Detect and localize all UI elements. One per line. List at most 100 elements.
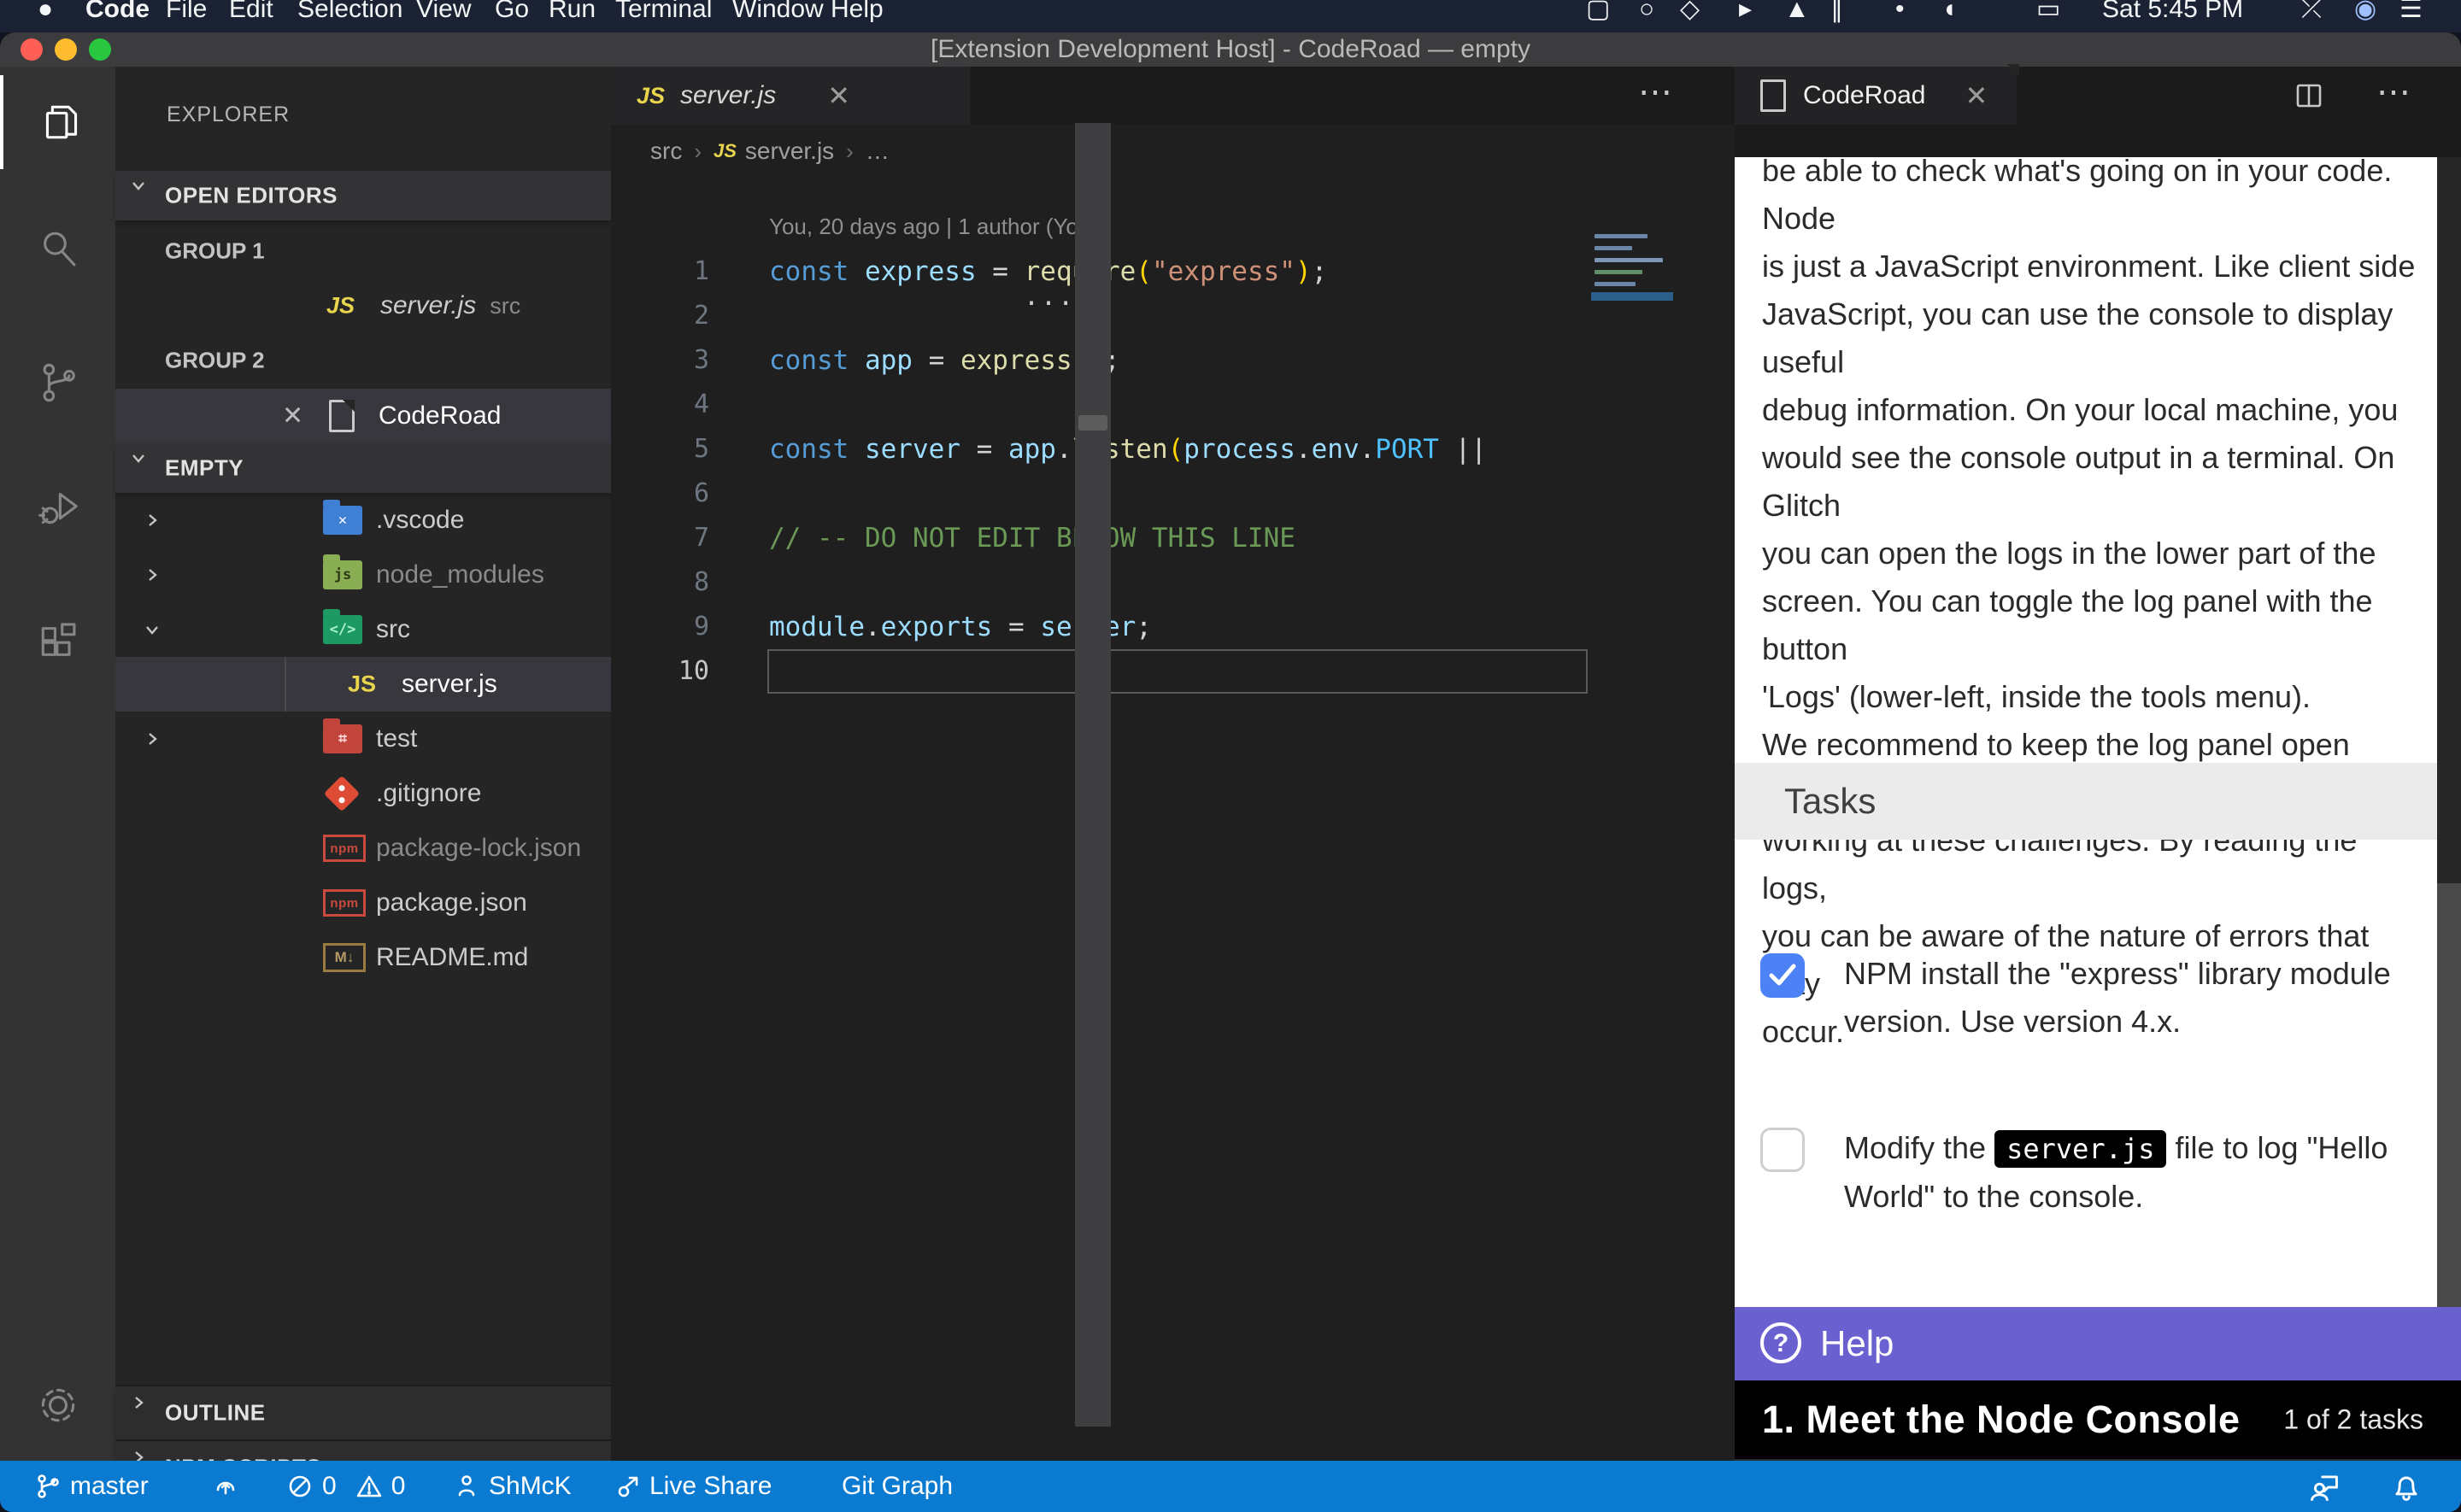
notifications-bell-icon[interactable] <box>2389 1461 2423 1512</box>
outline-section-header[interactable]: OUTLINE <box>115 1385 611 1439</box>
menu-file[interactable]: File <box>166 0 207 32</box>
tab-coderoad[interactable]: CodeRoad ✕ <box>1735 67 2017 125</box>
problems-status[interactable]: 0 0 <box>286 1461 405 1512</box>
code-lines[interactable]: 1const express = require("express");23co… <box>611 249 1673 694</box>
open-editors-header[interactable]: OPEN EDITORS <box>115 171 611 220</box>
menu-run[interactable]: Run <box>549 0 596 32</box>
code-line-6[interactable]: 6 <box>611 472 1673 516</box>
menu-selection[interactable]: Selection <box>297 0 402 32</box>
menu-help[interactable]: Help <box>831 0 884 32</box>
editor-actions-more-icon[interactable]: ⋯ <box>1638 67 1675 125</box>
code-line-2[interactable]: 2 <box>611 294 1673 338</box>
search-icon[interactable] <box>0 202 115 296</box>
code-line-3[interactable]: 3const app = express(); <box>611 338 1673 383</box>
volume-icon[interactable]: ◖ <box>1941 0 1957 32</box>
activity-bar <box>0 67 115 1461</box>
title-bar[interactable]: [Extension Development Host] - CodeRoad … <box>0 32 2461 68</box>
sash-handle[interactable] <box>1078 415 1107 431</box>
siri-icon[interactable]: ◉ <box>2354 0 2376 32</box>
settings-gear-icon[interactable] <box>0 1358 115 1452</box>
menu-window[interactable]: Window <box>732 0 824 32</box>
panel-actions-more-icon[interactable]: ⋯ <box>2376 67 2413 125</box>
minimap[interactable] <box>1591 226 1673 584</box>
tree-item-label: package.json <box>376 888 527 917</box>
code-line-10[interactable]: 10 <box>611 649 1673 694</box>
tree-item-gitignore[interactable]: .gitignore <box>115 766 611 821</box>
webview-scrollbar[interactable] <box>2437 157 2461 1307</box>
run-debug-icon[interactable] <box>0 461 115 555</box>
tree-item-readme[interactable]: M↓ README.md <box>115 930 611 985</box>
coderoad-panel: CodeRoad ✕ ⋯ be able to check what's goi… <box>1735 67 2461 1461</box>
breadcrumb-src[interactable]: src <box>650 138 682 165</box>
git-graph-status[interactable]: Git Graph <box>842 1461 953 1512</box>
indent-guide <box>285 657 286 712</box>
keyboard-icon[interactable]: ▲ <box>1784 0 1810 32</box>
battery-icon[interactable]: ▭ <box>2036 0 2060 32</box>
tree-item-vscode[interactable]: ✕ .vscode <box>115 493 611 548</box>
menu-clock[interactable]: Sat 5:45 PM <box>2102 0 2243 32</box>
open-editor-coderoad[interactable]: ✕ CodeRoad <box>115 389 611 443</box>
open-editor-label: server.jssrc <box>380 291 520 320</box>
editor-group: JS server.js ✕ ⋯ src › JS server.js › … … <box>611 67 1735 1461</box>
tree-item-node-modules[interactable]: js node_modules <box>115 548 611 602</box>
close-editor-icon[interactable]: ✕ <box>282 401 303 431</box>
vscode-window: [Extension Development Host] - CodeRoad … <box>0 32 2461 1512</box>
help-bar[interactable]: ? Help <box>1735 1307 2461 1380</box>
breadcrumb[interactable]: src › JS server.js › … <box>611 125 1673 178</box>
breadcrumb-more[interactable]: … <box>866 138 890 165</box>
tree-item-test[interactable]: ⌗ test <box>115 712 611 766</box>
lesson-title-bar[interactable]: 1. Meet the Node Console 1 of 2 tasks <box>1735 1380 2461 1459</box>
tasks-header-label: Tasks <box>1784 781 1876 822</box>
control-center-icon[interactable]: ☰ <box>2399 0 2423 32</box>
lesson-progress: 1 of 2 tasks <box>2283 1404 2423 1436</box>
tree-item-label: node_modules <box>376 560 544 589</box>
code-line-5[interactable]: 5const server = app.listen(process.env.P… <box>611 427 1673 472</box>
menu-extra2-icon[interactable]: ○ <box>1639 0 1654 32</box>
menu-code[interactable]: Code <box>85 0 150 32</box>
apple-menu-icon[interactable]: ● <box>38 0 53 32</box>
shield-icon[interactable]: ◇ <box>1680 0 1700 32</box>
cursor-icon[interactable]: ▸ <box>1739 0 1752 32</box>
menu-view[interactable]: View <box>416 0 471 32</box>
code-line-4[interactable]: 4 <box>611 383 1673 427</box>
help-label: Help <box>1820 1323 1894 1364</box>
lesson-title: 1. Meet the Node Console <box>1762 1398 2241 1442</box>
editor-sash[interactable] <box>1075 123 1111 1427</box>
menu-terminal[interactable]: Terminal <box>615 0 712 32</box>
extensions-icon[interactable] <box>0 595 115 689</box>
feedback-icon[interactable] <box>2307 1461 2341 1512</box>
text-input-icon[interactable]: ∥ <box>1830 0 1843 32</box>
code-line-1[interactable]: 1const express = require("express"); <box>611 249 1673 294</box>
codelens-annotation[interactable]: You, 20 days ago | 1 author (You) <box>769 214 1098 240</box>
tree-item-package-json[interactable]: npm package.json <box>115 876 611 930</box>
close-tab-icon[interactable]: ✕ <box>1965 79 1988 112</box>
task1-checkbox-checked[interactable] <box>1760 953 1805 998</box>
tree-item-src[interactable]: </> src <box>115 602 611 657</box>
sync-status[interactable] <box>212 1461 239 1512</box>
explorer-icon[interactable] <box>0 75 119 169</box>
menu-edit[interactable]: Edit <box>229 0 273 32</box>
user-status[interactable]: ShMcK <box>453 1461 572 1512</box>
code-line-8[interactable]: 8 <box>611 560 1673 605</box>
tree-item-serverjs[interactable]: JS server.js <box>115 657 611 712</box>
breadcrumb-file[interactable]: server.js <box>745 138 834 165</box>
open-editor-serverjs[interactable]: JS server.jssrc <box>115 278 611 333</box>
empty-section-header[interactable]: EMPTY <box>115 443 611 493</box>
tab-label: CodeRoad <box>1803 81 1925 110</box>
code-line-9[interactable]: 9module.exports = server; <box>611 605 1673 649</box>
tree-item-package-lock[interactable]: npm package-lock.json <box>115 821 611 876</box>
menu-go[interactable]: Go <box>495 0 529 32</box>
task2-checkbox-unchecked[interactable] <box>1760 1128 1805 1172</box>
close-tab-icon[interactable]: ✕ <box>827 79 850 112</box>
source-control-icon[interactable] <box>0 336 115 430</box>
git-branch-status[interactable]: master <box>34 1461 149 1512</box>
open-editor-label: CodeRoad <box>379 401 501 431</box>
live-share-status[interactable]: Live Share <box>614 1461 772 1512</box>
task2-text: Modify the server.js file to log "Hello … <box>1844 1124 2418 1221</box>
spotlight-icon[interactable]: ⤫ <box>2301 0 2322 32</box>
code-line-7[interactable]: 7// -- DO NOT EDIT BELOW THIS LINE <box>611 516 1673 560</box>
split-editor-icon[interactable] <box>2294 80 2324 115</box>
webview-scrollbar-thumb[interactable] <box>2437 157 2461 883</box>
menu-extra-icon[interactable]: ▢ <box>1586 0 1610 32</box>
tab-serverjs[interactable]: JS server.js ✕ <box>611 67 970 125</box>
